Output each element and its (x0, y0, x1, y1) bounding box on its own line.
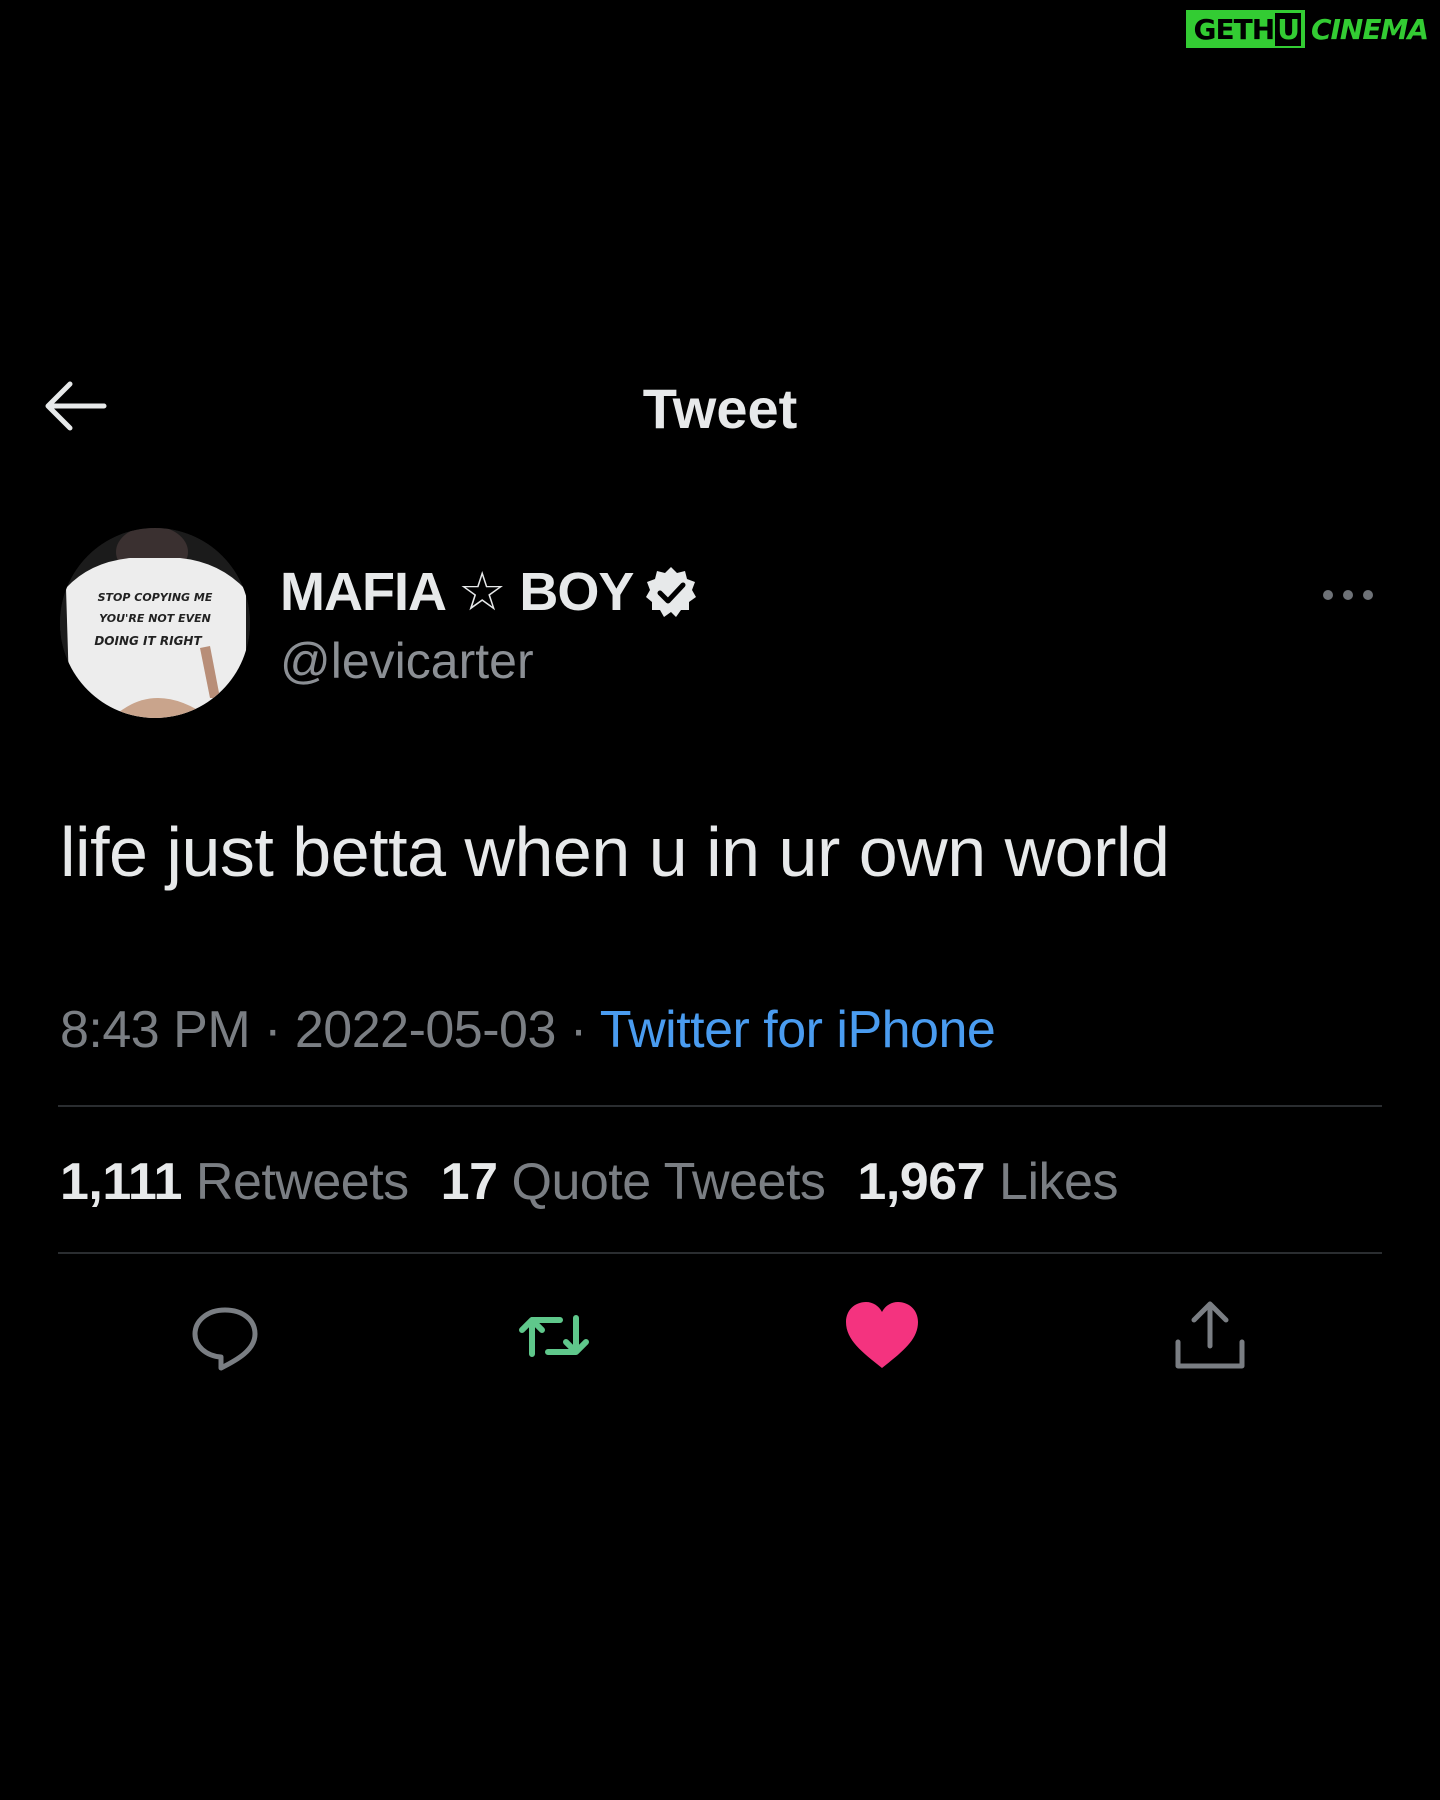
avatar-image: STOP COPYING ME YOU'RE NOT EVEN DOING IT… (60, 528, 250, 718)
page-title: Tweet (642, 377, 798, 440)
meta-separator-2: · (569, 1001, 587, 1059)
display-name-right: BOY (519, 562, 634, 622)
tweet-stats: 1,111 Retweets 17 Quote Tweets 1,967 Likes (60, 1152, 1150, 1212)
more-options-button[interactable] (1318, 577, 1378, 613)
display-name-star: ☆ (457, 562, 506, 622)
tweet-date[interactable]: 2022-05-03 (295, 1001, 557, 1059)
retweets-stat[interactable]: 1,111 Retweets (60, 1152, 409, 1212)
author-name-row[interactable]: MAFIA ☆ BOY (280, 560, 699, 623)
quote-tweets-stat[interactable]: 17 Quote Tweets (441, 1152, 826, 1212)
author-display-name: MAFIA ☆ BOY (280, 560, 634, 623)
tweet-source-link[interactable]: Twitter for iPhone (600, 1001, 996, 1059)
avatar[interactable]: STOP COPYING ME YOU'RE NOT EVEN DOING IT… (60, 528, 250, 718)
share-icon (1175, 1301, 1245, 1369)
shirt-text-line-1: STOP COPYING ME (98, 591, 213, 604)
divider-bottom (58, 1252, 1382, 1254)
tweet-text: life just betta when u in ur own world (60, 813, 1170, 891)
quote-tweets-label: Quote Tweets (511, 1153, 826, 1211)
likes-stat[interactable]: 1,967 Likes (857, 1152, 1118, 1212)
channel-watermark: GETH U CINEMA (1185, 10, 1434, 48)
retweet-icon (519, 1315, 589, 1357)
tweet-header: Tweet (0, 370, 1440, 440)
verified-badge-icon (646, 566, 697, 617)
share-button[interactable] (1170, 1296, 1250, 1376)
display-name-left: MAFIA (280, 562, 445, 622)
watermark-text-a: GETH (1193, 12, 1276, 46)
shirt-text-line-3: DOING IT RIGHT (94, 634, 202, 648)
likes-label: Likes (999, 1153, 1118, 1211)
watermark-part-a: GETH U (1185, 10, 1305, 48)
reply-icon (192, 1307, 258, 1371)
watermark-part-b: CINEMA (1310, 12, 1429, 46)
retweets-label: Retweets (195, 1153, 409, 1211)
tweet-meta: 8:43 PM · 2022-05-03 · Twitter for iPhon… (60, 1000, 996, 1060)
divider-top (58, 1105, 1382, 1107)
watermark-text-box: U (1275, 12, 1301, 46)
shirt-text-line-2: YOU'RE NOT EVEN (99, 612, 211, 625)
heart-icon (846, 1302, 918, 1368)
reply-button[interactable] (185, 1296, 265, 1376)
retweets-count: 1,111 (60, 1153, 182, 1211)
quote-tweets-count: 17 (440, 1153, 498, 1211)
retweet-button[interactable] (514, 1296, 594, 1376)
tweet-time[interactable]: 8:43 PM (60, 1001, 251, 1059)
like-button[interactable] (842, 1296, 922, 1376)
meta-separator-1: · (264, 1001, 281, 1059)
more-dots-icon (1323, 590, 1373, 600)
author-handle[interactable]: @levicarter (280, 632, 534, 690)
likes-count: 1,967 (857, 1153, 986, 1211)
